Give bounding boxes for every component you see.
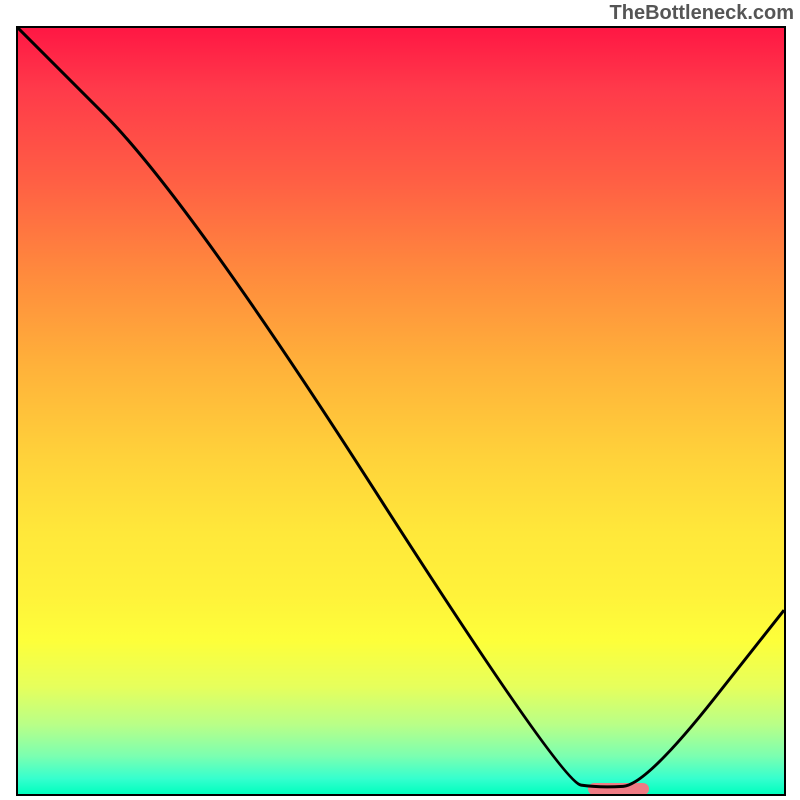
bottleneck-curve [18, 28, 784, 787]
plot-area [16, 26, 786, 796]
curve-svg [18, 28, 784, 794]
watermark-text: TheBottleneck.com [610, 2, 794, 25]
chart-container: TheBottleneck.com [0, 0, 800, 800]
